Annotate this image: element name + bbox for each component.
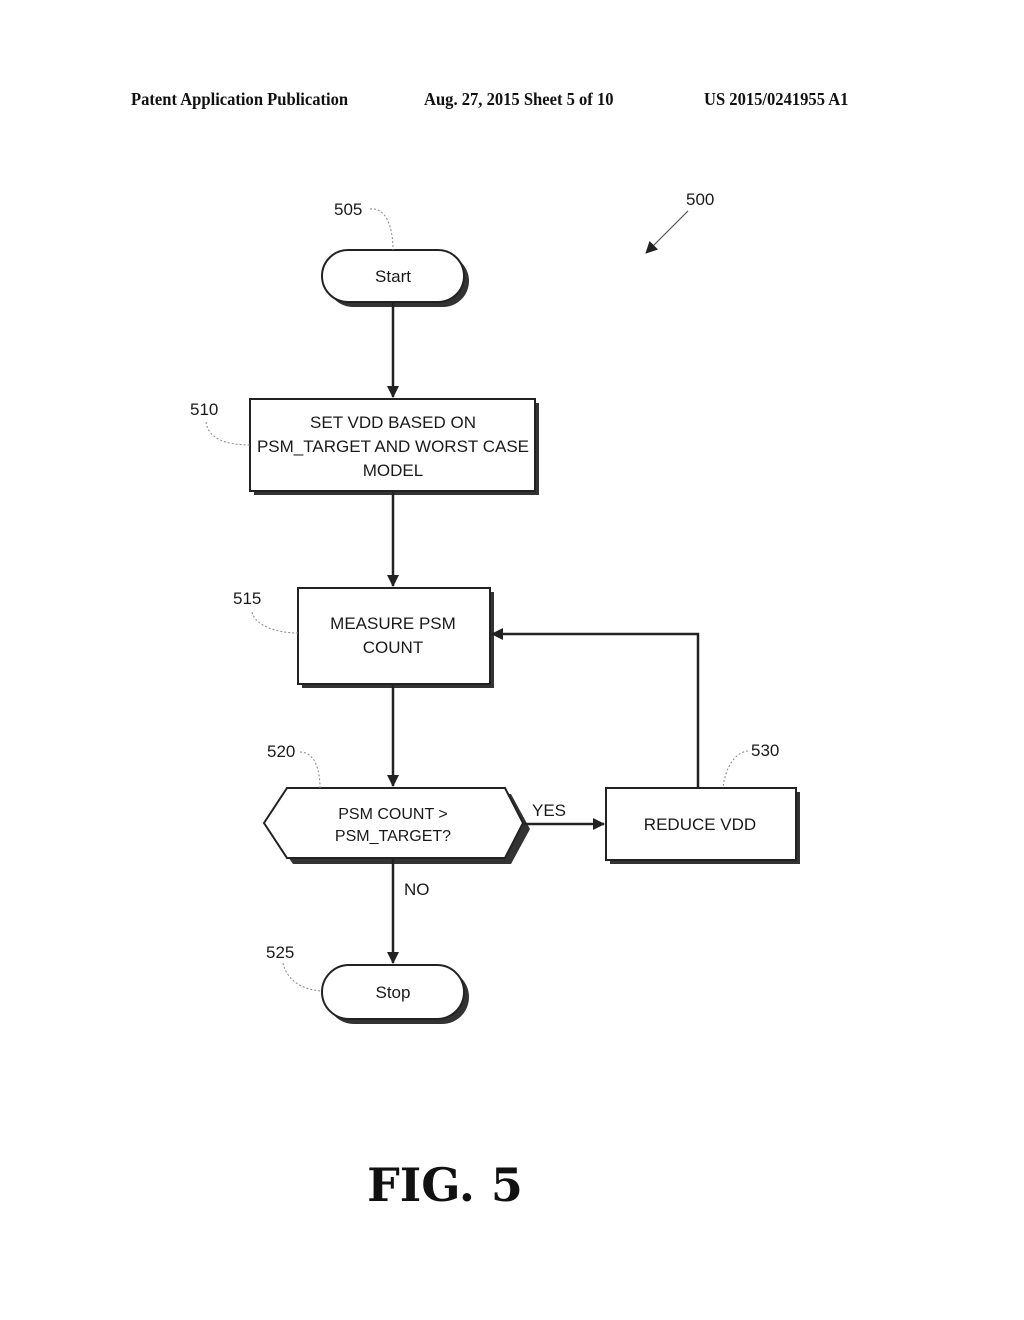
measure-line-1: MEASURE PSM bbox=[330, 614, 456, 633]
ref-530: 530 bbox=[751, 741, 779, 760]
ref-525-leader bbox=[282, 962, 323, 992]
ref-505: 505 bbox=[334, 200, 362, 219]
ref-510-leader bbox=[205, 421, 251, 446]
edge-reduce-to-measure bbox=[491, 628, 700, 788]
ref-515-leader bbox=[251, 611, 299, 634]
reduce-vdd-label: REDUCE VDD bbox=[644, 815, 756, 834]
decision-node: PSM COUNT > PSM_TARGET? bbox=[262, 787, 530, 864]
set-vdd-line-1: SET VDD BASED ON bbox=[310, 413, 476, 432]
start-node: Start bbox=[321, 249, 469, 307]
set-vdd-node: SET VDD BASED ON PSM_TARGET AND WORST CA… bbox=[249, 398, 539, 495]
ref-525: 525 bbox=[266, 943, 294, 962]
figure-label: FIG. 5 bbox=[367, 1158, 523, 1212]
measure-node: MEASURE PSM COUNT bbox=[297, 587, 494, 688]
stop-label: Stop bbox=[376, 983, 411, 1002]
measure-line-2: COUNT bbox=[363, 638, 423, 657]
ref-505-leader bbox=[369, 208, 394, 251]
ref-510: 510 bbox=[190, 400, 218, 419]
ref-530-leader bbox=[722, 750, 749, 789]
reduce-vdd-node: REDUCE VDD bbox=[605, 787, 800, 864]
figure-ref-arrow bbox=[645, 210, 689, 254]
decision-line-2: PSM_TARGET? bbox=[335, 828, 451, 845]
start-label: Start bbox=[375, 267, 411, 286]
flowchart: 500 Start 505 SET VDD BASED ON PSM_TARGE… bbox=[190, 190, 800, 1212]
figure-ref-500: 500 bbox=[686, 190, 714, 209]
decision-line-1: PSM COUNT > bbox=[338, 806, 448, 823]
no-label: NO bbox=[404, 880, 430, 899]
set-vdd-line-3: MODEL bbox=[363, 461, 423, 480]
set-vdd-line-2: PSM_TARGET AND WORST CASE bbox=[257, 437, 529, 456]
yes-label: YES bbox=[532, 801, 566, 820]
ref-515: 515 bbox=[233, 589, 261, 608]
ref-520-leader bbox=[299, 751, 321, 789]
ref-520: 520 bbox=[267, 742, 295, 761]
stop-node: Stop bbox=[321, 964, 469, 1024]
